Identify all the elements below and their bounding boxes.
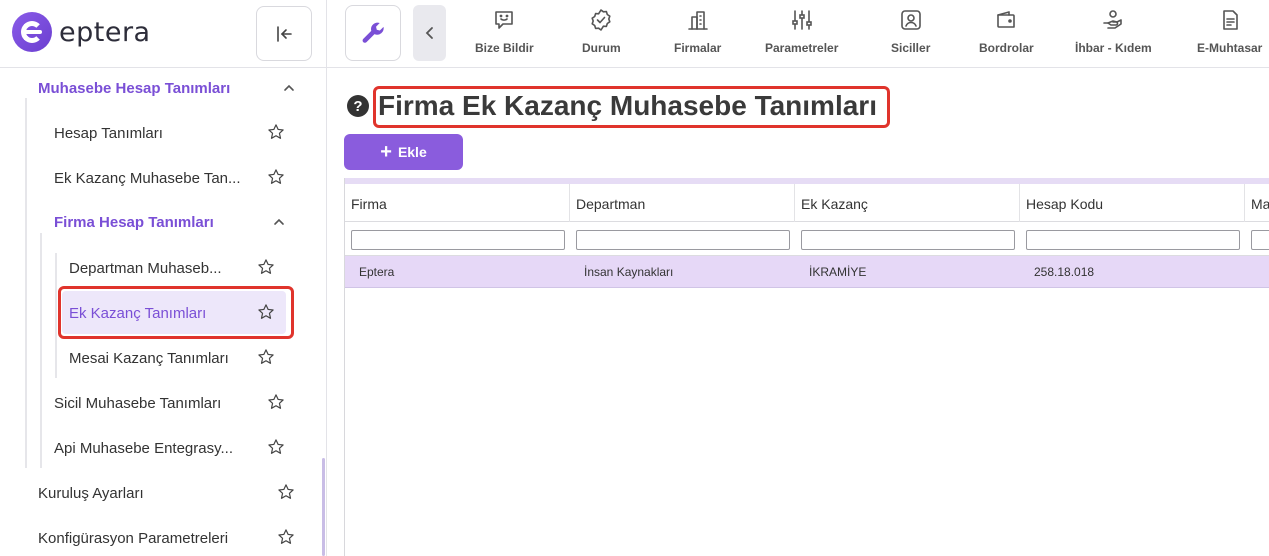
- star-icon[interactable]: [267, 168, 285, 186]
- nav-e-muhtasar[interactable]: E-Muhtasar: [1197, 8, 1262, 55]
- star-icon[interactable]: [277, 528, 295, 546]
- user-card-icon: [900, 10, 921, 30]
- nav-bize-bildir[interactable]: Bize Bildir: [475, 8, 534, 55]
- collapse-sidebar-button[interactable]: [256, 6, 312, 61]
- logo-mark-icon: [12, 12, 52, 52]
- chat-smile-icon: [495, 11, 514, 29]
- sidebar-item-muhasebe-hesap-tanimlari[interactable]: Muhasebe Hesap Tanımları: [38, 78, 298, 98]
- sidebar-scrollbar[interactable]: [322, 458, 325, 556]
- filter-input-truncated[interactable]: [1251, 230, 1269, 250]
- star-icon[interactable]: [257, 303, 275, 321]
- nav-siciller[interactable]: Siciller: [891, 8, 930, 55]
- filter-input-ek-kazanc[interactable]: [801, 230, 1015, 250]
- sidebar-item-label: Sicil Muhasebe Tanımları: [54, 394, 222, 412]
- sidebar-item-label: Muhasebe Hesap Tanımları: [38, 79, 231, 97]
- building-icon: [687, 11, 708, 30]
- chevron-up-icon[interactable]: [273, 216, 285, 228]
- sliders-icon: [791, 10, 812, 30]
- nav-ihbar-kidem[interactable]: İhbar - Kıdem: [1075, 8, 1152, 55]
- sidebar-item-label: Api Muhasebe Entegrasy...: [54, 439, 233, 457]
- sidebar-item-ek-kazanc-tanimlari[interactable]: Ek Kazanç Tanımları: [69, 303, 249, 323]
- menu-tree-line-level2: [40, 233, 42, 468]
- cell-firma: Eptera: [359, 265, 395, 279]
- sidebar-item-label: Firma Hesap Tanımları: [54, 213, 214, 231]
- menu-tree-line-level3: [55, 253, 57, 378]
- nav-label: İhbar - Kıdem: [1075, 41, 1152, 55]
- cell-hesap-kodu: 258.18.018: [1034, 265, 1095, 279]
- nav-label: Bordrolar: [979, 41, 1034, 55]
- plus-icon: +: [380, 141, 392, 163]
- star-icon[interactable]: [257, 348, 275, 366]
- star-icon[interactable]: [267, 123, 285, 141]
- column-header-departman[interactable]: Departman: [570, 184, 795, 222]
- column-header-firma[interactable]: Firma: [345, 184, 570, 222]
- sidebar-item-mesai-kazanc-tanimlari[interactable]: Mesai Kazanç Tanımları: [69, 348, 249, 368]
- sidebar-item-sicil-muhasebe-tanimlari[interactable]: Sicil Muhasebe Tanımları: [54, 393, 254, 413]
- document-icon: [1222, 10, 1238, 30]
- logo-text: eptera: [59, 16, 151, 48]
- sidebar-item-firma-hesap-tanimlari[interactable]: Firma Hesap Tanımları: [54, 212, 264, 232]
- nav-durum[interactable]: Durum: [582, 8, 621, 55]
- sidebar-item-api-muhasebe-entegrasyon[interactable]: Api Muhasebe Entegrasy...: [54, 438, 249, 458]
- sidebar-item-label: Konfigürasyon Parametreleri: [38, 529, 229, 547]
- filter-input-firma[interactable]: [351, 230, 565, 250]
- sidebar-item-hesap-tanimlari[interactable]: Hesap Tanımları: [54, 123, 254, 143]
- nav-label: Durum: [582, 41, 621, 55]
- wallet-icon: [997, 11, 1016, 28]
- help-icon[interactable]: ?: [347, 95, 369, 117]
- app-logo[interactable]: eptera: [12, 12, 151, 52]
- nav-label: Bize Bildir: [475, 41, 534, 55]
- nav-firmalar[interactable]: Firmalar: [674, 8, 721, 55]
- sidebar-item-kurulus-ayarlari[interactable]: Kuruluş Ayarları: [38, 483, 258, 503]
- column-header-ek-kazanc[interactable]: Ek Kazanç: [795, 184, 1020, 222]
- filter-input-departman[interactable]: [576, 230, 790, 250]
- grid-filter-row: [345, 223, 1269, 256]
- column-header-hesap-kodu[interactable]: Hesap Kodu: [1020, 184, 1245, 222]
- cell-departman: İnsan Kaynakları: [584, 265, 674, 279]
- add-button-label: Ekle: [397, 144, 427, 160]
- chevron-left-icon: [425, 27, 433, 39]
- hand-coins-icon: [1103, 10, 1123, 29]
- sidebar-item-label: Mesai Kazanç Tanımları: [69, 349, 229, 367]
- table-row[interactable]: Eptera İnsan Kaynakları İKRAMİYE 258.18.…: [345, 256, 1269, 288]
- wrench-icon: [362, 22, 384, 43]
- column-header-truncated[interactable]: Ma: [1245, 184, 1269, 222]
- nav-bordrolar[interactable]: Bordrolar: [979, 8, 1034, 55]
- add-button[interactable]: + Ekle: [344, 134, 463, 170]
- nav-label: Siciller: [891, 41, 931, 55]
- sidebar-item-label: Ek Kazanç Muhasebe Tan...: [54, 169, 241, 187]
- scroll-nav-left-button[interactable]: [413, 5, 446, 61]
- cell-ek-kazanc: İKRAMİYE: [809, 265, 867, 279]
- star-icon[interactable]: [267, 393, 285, 411]
- main-content: ? Firma Ek Kazanç Muhasebe Tanımları + E…: [327, 68, 1269, 556]
- tools-button[interactable]: [345, 5, 401, 61]
- logo-bar: eptera: [0, 0, 327, 68]
- sidebar-item-label: Hesap Tanımları: [54, 124, 163, 142]
- nav-label: E-Muhtasar: [1197, 41, 1263, 55]
- sidebar-item-ek-kazanc-muhasebe[interactable]: Ek Kazanç Muhasebe Tan...: [54, 168, 249, 188]
- nav-label: Firmalar: [674, 41, 722, 55]
- sidebar-item-label: Ek Kazanç Tanımları: [69, 304, 207, 322]
- grid-header-row: Firma Departman Ek Kazanç Hesap Kodu Ma: [345, 184, 1269, 222]
- nav-parametreler[interactable]: Parametreler: [765, 8, 838, 55]
- sidebar-item-konfigurasyon-parametreleri[interactable]: Konfigürasyon Parametreleri: [38, 528, 268, 548]
- filter-input-hesap-kodu[interactable]: [1026, 230, 1240, 250]
- top-navigation-bar: Bize Bildir Durum Firmalar Parametreler …: [327, 0, 1269, 68]
- collapse-left-icon: [277, 25, 292, 42]
- badge-check-icon: [591, 9, 611, 31]
- page-title: Firma Ek Kazanç Muhasebe Tanımları: [378, 90, 877, 121]
- sidebar-item-label: Departman Muhaseb...: [69, 259, 222, 277]
- menu-tree-line: [25, 98, 27, 468]
- nav-label: Parametreler: [765, 41, 839, 55]
- sidebar-item-label: Kuruluş Ayarları: [38, 484, 144, 502]
- star-icon[interactable]: [257, 258, 275, 276]
- star-icon[interactable]: [277, 483, 295, 501]
- sidebar: eptera Muhasebe Hesap Tanımları Hesap Ta…: [0, 0, 327, 556]
- chevron-up-icon[interactable]: [283, 82, 295, 94]
- sidebar-item-departman-muhasebe[interactable]: Departman Muhaseb...: [69, 258, 244, 278]
- star-icon[interactable]: [267, 438, 285, 456]
- data-grid: Firma Departman Ek Kazanç Hesap Kodu Ma …: [344, 178, 1269, 556]
